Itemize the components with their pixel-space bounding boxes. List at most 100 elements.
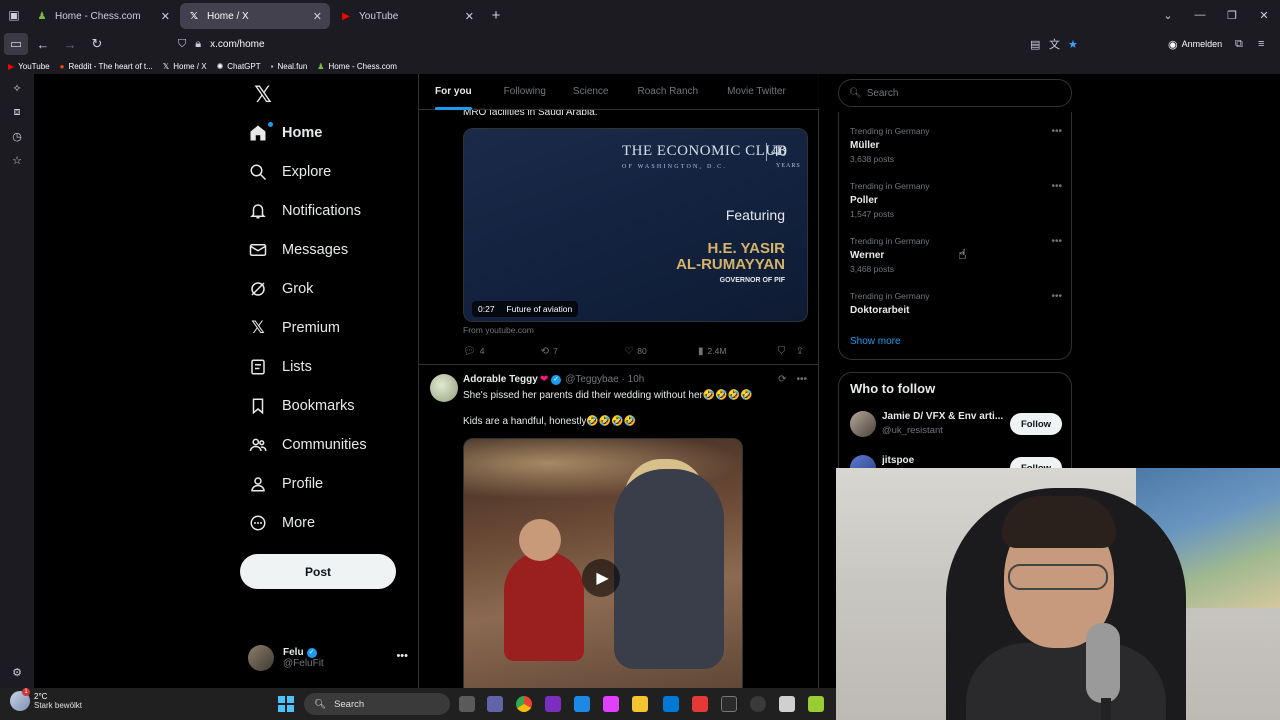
close-icon[interactable]: ✕ — [465, 10, 474, 23]
nav-home[interactable]: Home — [248, 118, 322, 148]
extensions-icon[interactable]: ⧉ — [1235, 30, 1243, 58]
views-button[interactable]: ▮ 2.4M — [698, 346, 778, 357]
reply-button[interactable]: 💬︎ 4 — [463, 346, 541, 357]
tab-youtube[interactable]: ▶ YouTube ✕ — [332, 3, 482, 29]
weather-widget[interactable]: 1 2°C Stark bewölkt — [10, 688, 82, 711]
ai-chat-icon[interactable]: ✧ — [10, 82, 24, 96]
app-icon[interactable] — [779, 696, 795, 712]
like-button[interactable]: ♡ 80 — [624, 346, 698, 357]
more-dots-icon[interactable]: ••• — [396, 650, 408, 662]
bookmark-youtube[interactable]: ▶ YouTube — [8, 62, 50, 71]
avatar[interactable] — [430, 374, 458, 402]
url-bar[interactable]: ⛉ 🔒︎ x.com/home — [178, 33, 1088, 55]
trend-item[interactable]: Trending in Germany Werner 3,468 posts •… — [850, 236, 1062, 284]
history-icon[interactable]: ◷ — [10, 130, 24, 144]
nav-profile[interactable]: Profile — [248, 469, 323, 499]
nav-premium[interactable]: 𝕏 Premium — [248, 313, 340, 343]
more-dots-icon[interactable]: ••• — [1051, 126, 1062, 137]
more-dots-icon[interactable]: ••• — [1051, 236, 1062, 247]
video-card[interactable]: THE ECONOMIC CLUB OF WASHINGTON, D.C. 40… — [463, 128, 808, 322]
video-player[interactable]: ▶ — [463, 438, 743, 688]
browser-app-icon[interactable] — [574, 696, 590, 712]
menu-icon[interactable]: ≡ — [1258, 30, 1264, 58]
sidebar-toggle-icon[interactable]: ▭ — [4, 33, 28, 55]
synced-tabs-icon[interactable]: ⧈ — [10, 106, 24, 120]
follow-suggestion[interactable]: Jamie D/ VFX & Env arti... @uk_resistant… — [850, 411, 1062, 441]
author-handle[interactable]: @Teggybae · 10h — [565, 374, 644, 385]
tab-chess[interactable]: ♟ Home - Chess.com ✕ — [28, 3, 178, 29]
tab-science[interactable]: Science — [573, 74, 609, 110]
bookmark-x[interactable]: 𝕏 Home / X — [163, 62, 207, 71]
bookmark-chess[interactable]: ♟ Home - Chess.com — [317, 62, 397, 71]
follow-button[interactable]: Follow — [1010, 413, 1062, 435]
close-window-button[interactable]: ✕ — [1248, 9, 1280, 22]
show-more-link[interactable]: Show more — [850, 336, 901, 347]
tab-overview-icon[interactable]: ▣ — [0, 0, 28, 30]
tab-x-home[interactable]: 𝕏 Home / X ✕ — [180, 3, 330, 29]
nav-lists[interactable]: Lists — [248, 352, 312, 382]
tab-list-chevron-icon[interactable]: ⌄ — [1152, 9, 1184, 22]
maximize-button[interactable]: ❐ — [1216, 9, 1248, 22]
lock-icon[interactable]: 🔒︎ — [195, 38, 201, 51]
bookmark-star-icon[interactable]: ★ — [1068, 30, 1078, 58]
git-app-icon[interactable] — [692, 696, 708, 712]
trend-item[interactable]: Trending in Germany Müller 3,638 posts •… — [850, 126, 1062, 174]
settings-gear-icon[interactable]: ⚙ — [10, 666, 24, 680]
photos-app-icon[interactable] — [603, 696, 619, 712]
link-source[interactable]: From youtube.com — [463, 325, 534, 335]
trend-item[interactable]: Trending in Germany Poller 1,547 posts •… — [850, 181, 1062, 229]
close-icon[interactable]: ✕ — [313, 10, 322, 23]
more-dots-icon[interactable]: ••• — [1051, 291, 1062, 302]
shield-icon[interactable]: ⛉ — [178, 38, 186, 51]
bookmarks-icon[interactable]: ☆ — [10, 154, 24, 168]
nav-notifications[interactable]: Notifications — [248, 196, 361, 226]
avatar[interactable] — [850, 411, 876, 437]
trend-item[interactable]: Trending in Germany Doktorarbeit ••• — [850, 291, 1062, 339]
play-icon[interactable]: ▶ — [582, 559, 620, 597]
windows-start-icon[interactable] — [278, 696, 294, 712]
search-input[interactable]: 🔍︎ Search — [838, 79, 1072, 107]
account-switcher[interactable]: Felu ✓ @FeluFit ••• — [248, 644, 408, 672]
bookmark-reddit[interactable]: ● Reddit - The heart of t... — [60, 62, 153, 71]
bookmark-chatgpt[interactable]: ✺ ChatGPT — [217, 62, 261, 71]
nav-explore[interactable]: Explore — [248, 157, 331, 187]
more-dots-icon[interactable]: ••• — [796, 374, 807, 385]
store-icon[interactable] — [721, 696, 737, 712]
taskbar-search[interactable]: 🔍︎ Search — [304, 693, 450, 715]
file-explorer-icon[interactable] — [632, 696, 648, 712]
task-view-icon[interactable] — [459, 696, 475, 712]
bookmark-button[interactable]: ⛉ — [778, 346, 796, 357]
tab-for-you[interactable]: For you — [435, 74, 472, 110]
vscode-icon[interactable] — [663, 696, 679, 712]
translate-icon[interactable]: 文 — [1049, 30, 1060, 58]
tab-following[interactable]: Following — [504, 74, 546, 110]
reload-icon[interactable]: ↻ — [85, 33, 109, 55]
teams-icon[interactable] — [487, 696, 503, 712]
forward-icon[interactable]: → — [58, 33, 82, 55]
close-icon[interactable]: ✕ — [161, 10, 170, 23]
obs-icon[interactable] — [750, 696, 766, 712]
suggestion-name[interactable]: Jamie D/ VFX & Env arti... — [882, 411, 1004, 422]
back-icon[interactable]: ← — [31, 33, 55, 55]
reader-view-icon[interactable]: ▤ — [1030, 30, 1040, 58]
minimize-button[interactable]: — — [1184, 9, 1216, 21]
more-dots-icon[interactable]: ••• — [1051, 181, 1062, 192]
bookmark-neal-fun[interactable]: ▪ Neal.fun — [271, 62, 308, 71]
post-button[interactable]: Post — [240, 554, 396, 589]
repost-button[interactable]: ⟲ 7 — [541, 346, 625, 357]
sign-in-button[interactable]: ◉ Anmelden — [1168, 30, 1222, 58]
nav-grok[interactable]: Grok — [248, 274, 313, 304]
tab-roach-ranch[interactable]: Roach Ranch — [638, 74, 699, 110]
new-tab-button[interactable]: + — [484, 7, 508, 24]
author-name[interactable]: Adorable Teggy — [463, 374, 538, 385]
grok-icon[interactable]: ⟳ — [778, 374, 786, 385]
nav-more[interactable]: More — [248, 508, 315, 538]
suggestion-name[interactable]: jitspoe — [882, 455, 1004, 466]
nav-bookmarks[interactable]: Bookmarks — [248, 391, 355, 421]
nav-communities[interactable]: Communities — [248, 430, 367, 460]
x-logo-icon[interactable]: 𝕏 — [248, 80, 278, 110]
nav-messages[interactable]: Messages — [248, 235, 348, 265]
onenote-icon[interactable] — [545, 696, 561, 712]
share-button[interactable]: ⇪ — [796, 346, 808, 357]
chrome-icon[interactable] — [516, 696, 532, 712]
